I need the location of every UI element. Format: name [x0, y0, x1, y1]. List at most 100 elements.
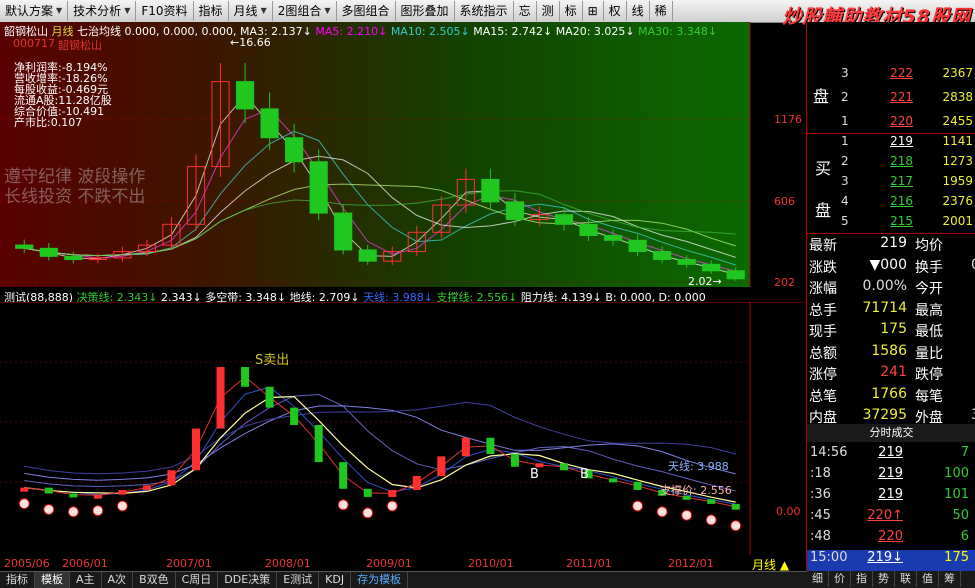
quote-divider [807, 233, 975, 234]
quote-panel-tabs: 细价指势联值筹 [807, 571, 975, 587]
toolbar-button-11[interactable]: 标 [560, 1, 583, 21]
indicator-bar [437, 456, 446, 477]
template-tab[interactable]: 模板 [35, 572, 70, 588]
indicator-chart[interactable]: S卖出 B B 天线: 3.988 支撑价: 2.556 [0, 302, 805, 555]
candle-body [481, 178, 500, 203]
toolbar-button-6[interactable]: 多图组合 [337, 1, 396, 21]
toolbar-button-2[interactable]: F10资料 [136, 1, 194, 21]
chevron-down-icon: ▼ [124, 6, 131, 15]
quote-tab[interactable]: 值 [917, 571, 939, 587]
candle-body [15, 244, 34, 249]
toolbar-button-3[interactable]: 指标 [194, 1, 229, 21]
indicator-bar [20, 487, 29, 492]
quote-tab[interactable]: 价 [829, 571, 851, 587]
overlay-slogan: 遵守纪律 波段操作 长线投资 不跌不出 [4, 167, 145, 207]
toolbar-icon-button-1[interactable]: 线 [627, 1, 650, 21]
toolbar-button-9[interactable]: 忘 [514, 1, 537, 21]
template-tab[interactable]: A次 [102, 572, 134, 588]
ask-price[interactable]: 221 [863, 90, 913, 104]
toolbar-icon-button-0[interactable]: 权 [604, 1, 627, 21]
bid-level: 4 [841, 194, 849, 208]
date-label: 2007/01 [166, 557, 212, 570]
quote-row: 涨停 241 跌停 [807, 364, 975, 385]
quote-tab[interactable]: 指 [851, 571, 873, 587]
bid-row: 2 218 1273 [807, 154, 975, 172]
smile-icon [116, 500, 128, 512]
date-label: 2009/01 [366, 557, 412, 570]
quote-value: 175 [880, 321, 907, 337]
main-candlestick-chart[interactable] [0, 22, 805, 287]
indicator-bar [633, 481, 642, 490]
bid-level: 2 [841, 154, 849, 168]
toolbar-button-0[interactable]: 默认方案 ▼ [0, 1, 69, 21]
date-label: 2011/01 [566, 557, 612, 570]
grid-icon[interactable]: ⊞ [583, 1, 604, 21]
tick-row: :36 219 101 [807, 487, 975, 509]
quote-tab[interactable]: 细 [807, 571, 829, 587]
ask-volume: 2367 [942, 66, 973, 80]
quote-row: 总笔 1766 每笔 [807, 386, 975, 407]
indicator-y-axis: 0.00 [750, 302, 805, 555]
main-y-axis: 1176 606 202 [750, 22, 805, 289]
candle-body [628, 239, 647, 253]
bid-price[interactable]: 217 [863, 174, 913, 188]
bid-volume: 1959 [942, 174, 973, 188]
bid-price[interactable]: 215 [863, 214, 913, 228]
tick-volume: 175 [944, 550, 969, 565]
template-tab[interactable]: E测试 [277, 572, 320, 588]
quote-tab[interactable]: 联 [895, 571, 917, 587]
ma-header: 七治均线 0.000, 0.000, 0.000, MA3: 2.137↓ [77, 25, 312, 38]
fundamentals-panel: 净利润率:-8.194% 营收增率:-18.26% 每股收益:-0.469元 流通A股… [14, 62, 112, 128]
tick-row: :45 220↑ 50 [807, 508, 975, 530]
indicator-bar [388, 489, 397, 497]
ask-price[interactable]: 222 [863, 66, 913, 80]
toolbar-button-7[interactable]: 图形叠加 [396, 1, 455, 21]
template-tab[interactable]: 指标 [0, 572, 35, 588]
smile-icon [681, 509, 693, 521]
template-tab[interactable]: B双色 [133, 572, 176, 588]
indicator-bar [44, 487, 53, 494]
tianxian-label: 天线: 3.988 [668, 459, 729, 473]
indicator-bar [290, 407, 299, 426]
template-tab[interactable]: KDJ [319, 572, 352, 588]
bid-price[interactable]: 218 [863, 154, 913, 168]
indicator-bar [339, 462, 348, 489]
stock-code: 000717 [13, 37, 55, 50]
toolbar-button-10[interactable]: 测 [537, 1, 560, 21]
fundamental-line: 产市比:0.107 [14, 116, 83, 129]
quote-panel: 盘 3 222 2367 2 221 2838 1 220 2455 买盘 1 219 1141 2 218 1… [806, 22, 975, 587]
tick-volume: 6 [960, 529, 969, 544]
ask-price[interactable]: 220 [863, 114, 913, 128]
tick-time: :36 [810, 487, 831, 502]
candle-body [64, 255, 83, 261]
indicator-bar [93, 494, 102, 499]
indicator-bar [461, 437, 470, 457]
candle-body [579, 223, 598, 237]
bid-price[interactable]: 219 [863, 134, 913, 148]
toolbar-button-4[interactable]: 月线 ▼ [229, 1, 273, 21]
toolbar-button-5[interactable]: 2图组合 ▼ [273, 1, 337, 21]
toolbar-button-1[interactable]: 技术分析 ▼ [68, 1, 137, 21]
smile-icon [730, 520, 742, 532]
tick-row: 14:56 219 7 [807, 445, 975, 467]
quote-value: 71714 [862, 299, 907, 316]
template-tab[interactable]: A主 [70, 572, 102, 588]
template-tab[interactable]: DDE决策 [218, 572, 278, 588]
tick-row: 15:00 219↓ 175 [807, 550, 975, 572]
quote-row: 最新 219 均价 [807, 235, 975, 256]
template-tab[interactable]: 存为模板 [351, 572, 409, 588]
template-tab[interactable]: C周日 [176, 572, 219, 588]
quote-tab[interactable]: 筹 [939, 571, 961, 587]
bid-price[interactable]: 216 [863, 194, 913, 208]
quote-key: 总笔 [809, 388, 837, 405]
sell-signal-label: S卖出 [255, 353, 289, 368]
quote-value: 241 [880, 364, 907, 380]
toolbar-button-8[interactable]: 系统指示 [455, 1, 514, 21]
candle-body [235, 81, 255, 110]
quote-row: 涨跌 ▼000 换手 0 [807, 257, 975, 278]
toolbar-icon-button-2[interactable]: 稀 [650, 1, 673, 21]
candle-body [309, 161, 328, 214]
candle-body [39, 247, 58, 257]
quote-tab[interactable]: 势 [873, 571, 895, 587]
ask-volume: 2455 [942, 114, 973, 128]
